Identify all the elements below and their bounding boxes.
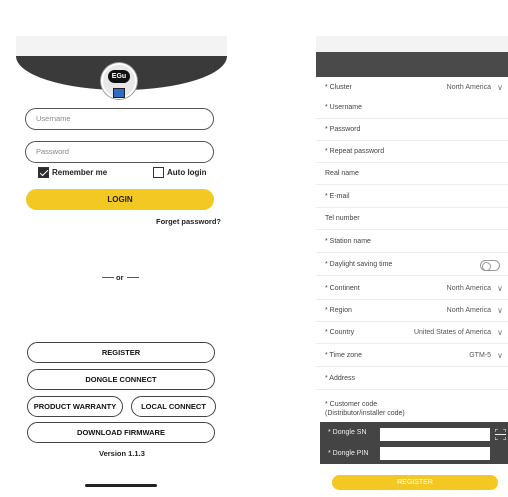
- form-row[interactable]: * Country United States of America ∨: [316, 322, 508, 344]
- form-row[interactable]: * Continent North America ∨: [316, 278, 508, 300]
- register-button[interactable]: REGISTER: [27, 342, 215, 363]
- chevron-down-icon: ∨: [497, 284, 503, 293]
- form-row-label: * Continent: [325, 285, 360, 292]
- chevron-down-icon: ∨: [497, 306, 503, 315]
- nav-strip: [316, 36, 508, 52]
- form-row[interactable]: Tel number: [316, 208, 508, 230]
- logo-badge: EGu: [108, 70, 130, 83]
- form-row[interactable]: * Username: [316, 97, 508, 119]
- dongle-pin-input[interactable]: [380, 447, 490, 460]
- register-screen: * Cluster North America ∨ * Username * Passw…: [316, 0, 508, 497]
- register-submit-button[interactable]: REGISTER: [332, 475, 498, 490]
- device-icon: [113, 88, 125, 98]
- login-button[interactable]: LOGIN: [26, 189, 214, 210]
- form-row-label: * Region: [325, 307, 352, 314]
- version-label: Version 1.1.3: [99, 449, 145, 458]
- form-row[interactable]: * Daylight saving time: [316, 254, 508, 276]
- form-row-label: Tel number: [325, 215, 360, 222]
- form-row[interactable]: * Repeat password: [316, 141, 508, 163]
- remember-me-label: Remember me: [52, 168, 108, 177]
- dongle-sn-label: * Dongle SN: [328, 429, 367, 436]
- form-row[interactable]: Real name: [316, 163, 508, 185]
- form-row[interactable]: * Cluster North America ∨: [316, 77, 508, 99]
- dongle-sn-input[interactable]: [380, 428, 490, 441]
- header-bar: [316, 52, 508, 80]
- home-indicator: [85, 484, 157, 487]
- chevron-down-icon: ∨: [497, 328, 503, 337]
- customer-code-row[interactable]: * Customer code (Distributor/installer c…: [316, 396, 508, 422]
- scan-icon[interactable]: [494, 427, 507, 441]
- form-row-label: * Time zone: [325, 352, 362, 359]
- status-area: [316, 0, 508, 36]
- form-row[interactable]: * Password: [316, 119, 508, 141]
- form-row[interactable]: * Time zone GTM-5 ∨: [316, 345, 508, 367]
- daylight-saving-toggle[interactable]: [480, 260, 500, 271]
- dongle-pin-label: * Dongle PIN: [328, 450, 369, 457]
- auto-login-checkbox[interactable]: [153, 167, 164, 178]
- form-row[interactable]: * E-mail: [316, 186, 508, 208]
- password-input[interactable]: Password: [25, 141, 214, 163]
- form-row-label: * Station name: [325, 238, 371, 245]
- status-bar: [16, 36, 227, 56]
- or-label: or: [116, 273, 124, 282]
- form-row-value: GTM-5: [469, 352, 491, 359]
- local-connect-button[interactable]: LOCAL CONNECT: [131, 396, 216, 417]
- form-row-label: * Address: [325, 375, 355, 382]
- form-row-label: * Country: [325, 329, 355, 336]
- form-row[interactable]: * Region North America ∨: [316, 300, 508, 322]
- download-firmware-button[interactable]: DOWNLOAD FIRMWARE: [27, 422, 215, 443]
- form-row[interactable]: * Address: [316, 368, 508, 390]
- form-row-label: * Username: [325, 104, 362, 111]
- form-row-label: * Daylight saving time: [325, 261, 393, 268]
- remember-me-checkbox[interactable]: [38, 167, 49, 178]
- form-row-label: * Cluster: [325, 84, 352, 91]
- form-row[interactable]: * Station name: [316, 231, 508, 253]
- product-warranty-button[interactable]: PRODUCT WARRANTY: [27, 396, 123, 417]
- customer-code-sub: (Distributor/installer code): [325, 410, 405, 417]
- form-row-value: United States of America: [413, 329, 491, 336]
- auto-login-label: Auto login: [167, 168, 207, 177]
- forget-password-link[interactable]: Forget password?: [156, 217, 221, 226]
- form-row-label: Real name: [325, 170, 359, 177]
- divider-left: [102, 277, 114, 278]
- chevron-down-icon: ∨: [497, 351, 503, 360]
- dongle-connect-button[interactable]: DONGLE CONNECT: [27, 369, 215, 390]
- form-row-value: North America: [446, 84, 491, 91]
- form-row-label: * Password: [325, 126, 361, 133]
- username-input[interactable]: Username: [25, 108, 214, 130]
- login-screen: EGu Username Password Remember me Auto l…: [0, 0, 254, 497]
- chevron-down-icon: ∨: [497, 83, 503, 92]
- divider-right: [127, 277, 139, 278]
- form-row-label: * Repeat password: [325, 148, 385, 155]
- form-row-value: North America: [446, 285, 491, 292]
- form-row-label: * E-mail: [325, 193, 350, 200]
- customer-code-label: * Customer code: [325, 401, 378, 408]
- form-row-value: North America: [446, 307, 491, 314]
